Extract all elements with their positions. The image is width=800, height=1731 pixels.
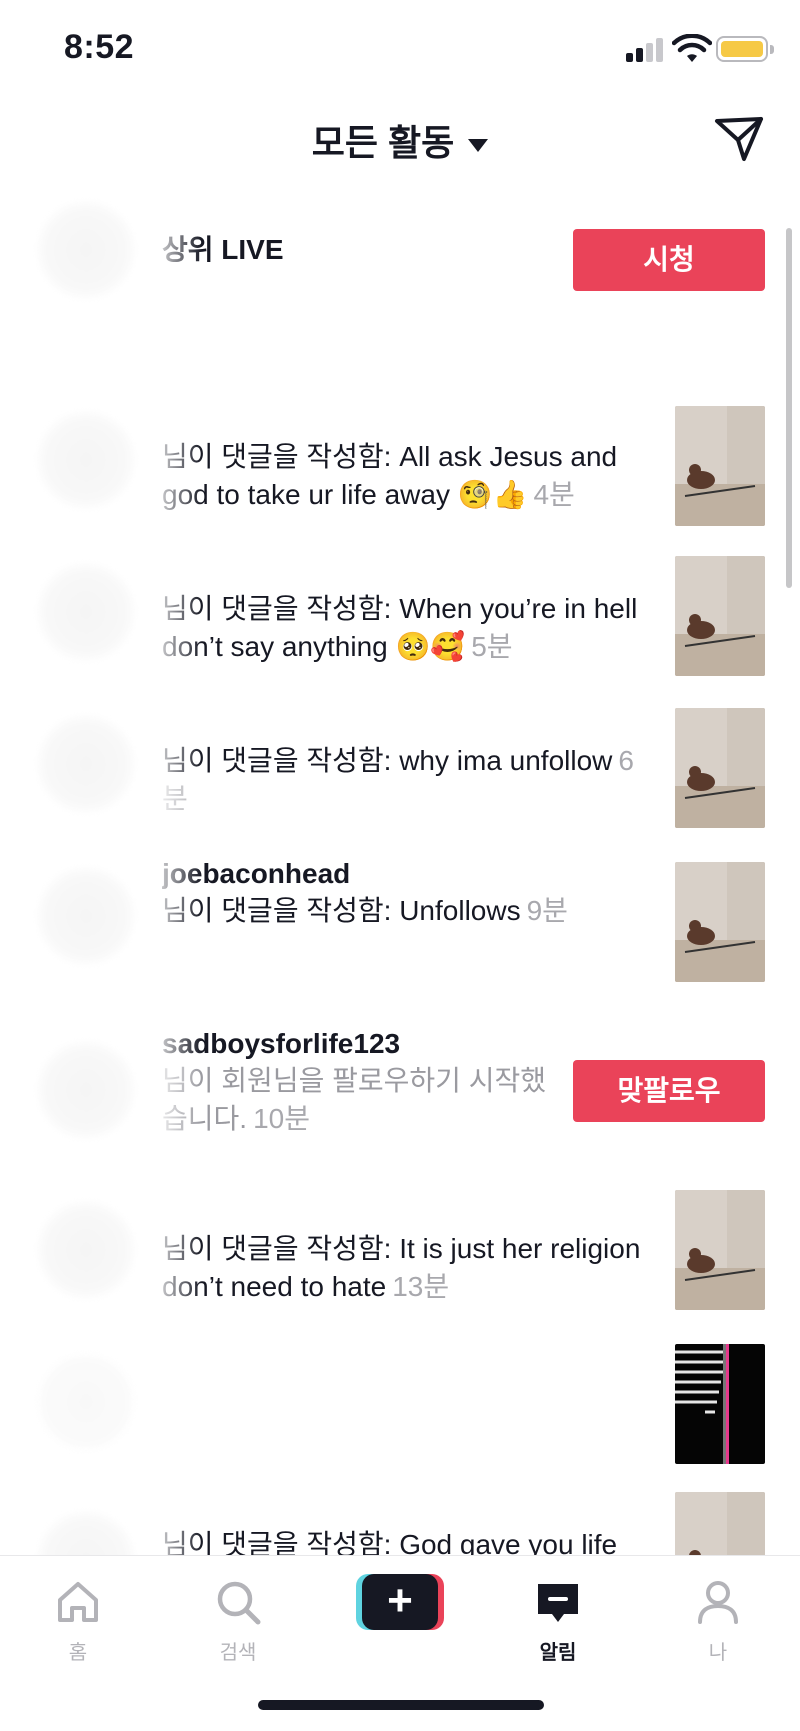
video-thumbnail[interactable] [675, 556, 765, 676]
caret-down-icon [468, 138, 489, 152]
comment-text: 님이 댓글을 작성함: God gave you life [162, 1529, 618, 1555]
list-item[interactable]: 님이 댓글을 작성함: why ima unfollow 6분 [0, 704, 800, 834]
comment-text: 님이 댓글을 작성함: why ima unfollow [162, 745, 613, 776]
comment-text: 님이 댓글을 작성함: When you’re in hell don’t sa… [162, 593, 638, 662]
avatar[interactable] [36, 562, 136, 662]
username[interactable] [162, 1490, 642, 1526]
video-thumbnail[interactable] [675, 406, 765, 526]
battery-icon [716, 36, 774, 62]
top-live-label: 상위 LIVE [162, 234, 284, 265]
username[interactable]: joebaconhead [162, 856, 642, 892]
list-item[interactable]: 님이 댓글을 작성함: All ask Jesus and god to tak… [0, 400, 800, 530]
avatar[interactable] [36, 866, 136, 966]
timestamp: 4분 [533, 479, 575, 510]
direct-message-icon[interactable] [714, 116, 764, 162]
timestamp: 5분 [471, 631, 513, 662]
tab-label: 알림 [539, 1642, 577, 1664]
video-thumbnail[interactable] [675, 1492, 765, 1555]
header: 모든 활동 [0, 100, 800, 180]
username[interactable] [162, 706, 642, 742]
video-thumbnail[interactable] [675, 1190, 765, 1310]
list-item[interactable] [0, 1342, 800, 1472]
timestamp: 13분 [392, 1271, 450, 1302]
inbox-icon [538, 1584, 578, 1622]
timestamp: 9분 [526, 895, 568, 926]
comment-text: 님이 댓글을 작성함: Unfollows [162, 895, 521, 926]
video-thumbnail[interactable] [675, 1344, 765, 1464]
list-item[interactable]: 님이 댓글을 작성함: When you’re in hell don’t sa… [0, 552, 800, 682]
video-thumbnail[interactable] [675, 862, 765, 982]
timestamp: 10분 [253, 1103, 310, 1134]
tab-label: 홈 [68, 1642, 88, 1664]
search-icon [217, 1581, 261, 1625]
activity-filter-dropdown[interactable]: 모든 활동 [0, 114, 800, 166]
tab-profile[interactable]: 나 [668, 1574, 768, 1665]
home-icon [58, 1582, 98, 1622]
username[interactable] [162, 554, 642, 590]
list-item[interactable]: 님이 댓글을 작성함: God gave you life [0, 1490, 800, 1555]
list-item[interactable]: joebaconhead 님이 댓글을 작성함: Unfollows 9분 [0, 856, 800, 986]
tab-home[interactable]: 홈 [28, 1574, 128, 1665]
username[interactable]: sadboysforlife123 [162, 1026, 562, 1062]
home-indicator [258, 1700, 544, 1710]
plus-icon: + [362, 1574, 438, 1630]
follow-text: 님이 회원님을 팔로우하기 시작했습니다. [162, 1065, 546, 1134]
username[interactable] [162, 1194, 642, 1230]
status-time: 8:52 [64, 28, 135, 66]
avatar[interactable] [36, 200, 136, 300]
avatar[interactable] [36, 1200, 136, 1300]
tab-search[interactable]: 검색 [188, 1574, 288, 1665]
wifi-icon [672, 34, 712, 62]
tab-label: 검색 [219, 1642, 257, 1664]
scrollbar[interactable] [786, 228, 792, 588]
avatar[interactable] [36, 410, 136, 510]
avatar[interactable] [36, 1040, 136, 1140]
status-bar: 8:52 [0, 0, 800, 100]
watch-live-button[interactable]: 시청 [573, 229, 765, 291]
page-title: 모든 활동 [311, 122, 455, 163]
signal-icon [626, 38, 664, 62]
avatar[interactable] [36, 1352, 136, 1452]
username[interactable] [162, 402, 642, 438]
notification-feed[interactable]: 상위 LIVE 시청 님이 댓글을 작성함: All ask Jesus and… [0, 190, 800, 1555]
avatar[interactable] [36, 1510, 136, 1555]
tab-inbox[interactable]: 알림 [508, 1574, 608, 1665]
list-item[interactable]: 님이 댓글을 작성함: It is just her religion don’… [0, 1190, 800, 1330]
list-item[interactable]: sadboysforlife123 님이 회원님을 팔로우하기 시작했습니다. 1… [0, 1026, 800, 1166]
top-live-row[interactable]: 상위 LIVE 시청 [0, 190, 800, 330]
create-button[interactable]: + [356, 1574, 444, 1630]
video-thumbnail[interactable] [675, 708, 765, 828]
profile-icon [698, 1581, 738, 1624]
username[interactable] [162, 1362, 642, 1398]
tab-label: 나 [708, 1642, 728, 1664]
avatar[interactable] [36, 714, 136, 814]
follow-back-button[interactable]: 맞팔로우 [573, 1060, 765, 1122]
